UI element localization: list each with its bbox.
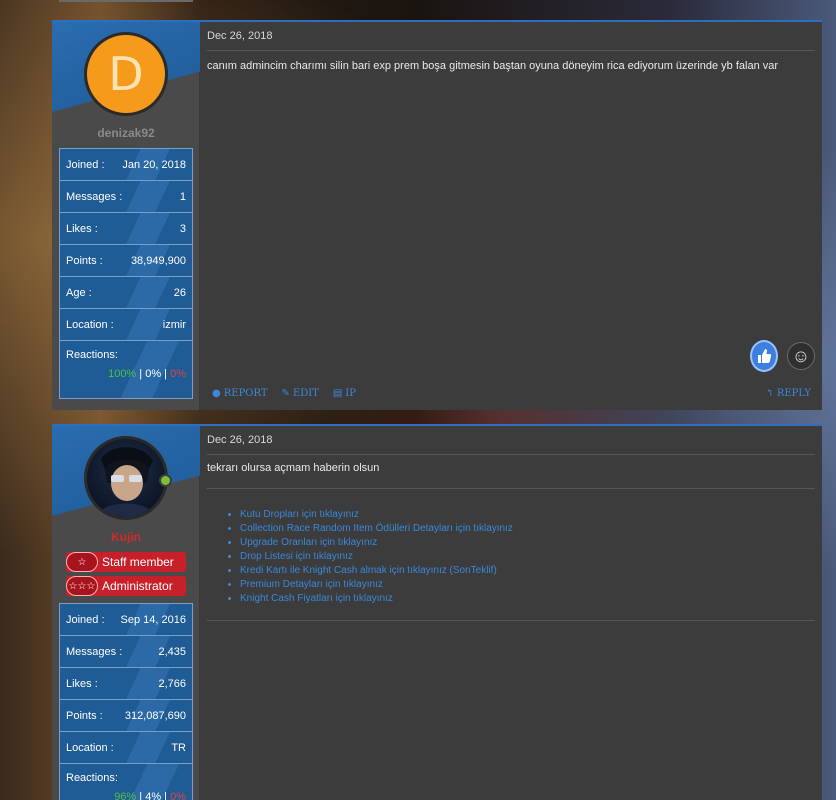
signature-link[interactable]: Upgrade Oranları için tıklayınız [240, 536, 513, 550]
signature-link[interactable]: Collection Race Random Item Ödülleri Det… [240, 522, 513, 536]
stat-value: 26 [173, 286, 186, 299]
ip-label: IP [345, 388, 356, 399]
stat-value: Sep 14, 2016 [120, 613, 186, 626]
avatar[interactable]: D [84, 32, 168, 116]
stat-value: izmir [162, 318, 186, 331]
divider [207, 620, 815, 621]
stat-reactions: Reactions: 100% | 0% | 0% [60, 341, 192, 398]
stat-row: Messages : 2,435 [60, 636, 192, 668]
reactions-values: 96% | 4% | 0% [66, 791, 186, 800]
report-label: REPORT [223, 388, 268, 399]
stat-value: 2,766 [158, 677, 186, 690]
avatar-image [97, 447, 155, 517]
report-icon: ● [212, 388, 221, 399]
stat-label: Age : [66, 286, 92, 299]
user-info-column: D denizak92 Joined : Jan 20, 2018 Message… [52, 22, 200, 410]
thumbs-up-icon[interactable] [750, 340, 778, 372]
reactions-neutral: 4% [145, 791, 162, 800]
post-date[interactable]: Dec 26, 2018 [207, 30, 272, 42]
reactions-negative: 0% [170, 368, 186, 380]
stat-label: Messages : [66, 190, 123, 203]
reply-button[interactable]: ↰ REPLY [765, 388, 811, 399]
stat-label: Joined : [66, 158, 105, 171]
reactions-positive: 96% [114, 791, 137, 800]
stat-value: 1 [179, 190, 186, 203]
reactions-negative: 0% [170, 791, 186, 800]
stat-label: Points : [66, 709, 103, 722]
edit-label: EDIT [292, 388, 319, 399]
stat-row: Joined : Sep 14, 2016 [60, 604, 192, 636]
stat-label: Location : [66, 318, 114, 331]
stat-value: TR [171, 741, 186, 754]
signature-link[interactable]: Kutu Dropları için tıklayınız [240, 508, 513, 522]
post: Kujin ☆ Staff member ☆☆☆ Administrator Joi… [52, 424, 822, 800]
reactions-label: Reactions: [66, 349, 118, 361]
online-status-icon [159, 474, 172, 487]
stat-row: Age : 26 [60, 277, 192, 309]
stat-label: Messages : [66, 645, 123, 658]
post-content: Dec 26, 2018 tekrarı olursa açmam haberi… [200, 426, 822, 800]
reactions-positive: 100% [108, 368, 137, 380]
administrator-badge: ☆☆☆ Administrator [66, 576, 186, 596]
reactions-neutral: 0% [145, 368, 162, 380]
stat-value: Jan 20, 2018 [122, 158, 186, 171]
ip-button[interactable]: ▤ IP [333, 388, 356, 399]
stat-row: Location : TR [60, 732, 192, 764]
user-info-column: Kujin ☆ Staff member ☆☆☆ Administrator Joi… [52, 426, 200, 800]
previous-post-cell [59, 0, 193, 2]
smiley-icon[interactable]: ☺ [787, 342, 815, 370]
badge-label: Administrator [102, 579, 173, 593]
signature-link[interactable]: Kredi Kartı ile Knight Cash almak için t… [240, 564, 513, 578]
stat-row: Likes : 2,766 [60, 668, 192, 700]
post-content: Dec 26, 2018 canım admincim charımı sili… [200, 22, 822, 410]
stat-label: Likes : [66, 222, 98, 235]
signature-link[interactable]: Knight Cash Fiyatları için tıklayınız [240, 592, 513, 606]
username[interactable]: Kujin [52, 530, 200, 544]
reactions-values: 100% | 0% | 0% [108, 368, 186, 380]
avatar[interactable] [84, 436, 168, 520]
stat-row: Messages : 1 [60, 181, 192, 213]
stat-reactions: Reactions: 96% | 4% | 0% [60, 764, 192, 800]
signature-links: Kutu Dropları için tıklayınız Collection… [240, 508, 513, 606]
username[interactable]: denizak92 [52, 126, 200, 140]
stat-row: Points : 312,087,690 [60, 700, 192, 732]
edit-icon: ✎ [281, 388, 290, 399]
signature-link[interactable]: Premium Detayları için tıklayınız [240, 578, 513, 592]
user-stats: Joined : Jan 20, 2018 Messages : 1 Likes :… [59, 148, 193, 399]
user-stats: Joined : Sep 14, 2016 Messages : 2,435 Lik… [59, 603, 193, 800]
post-message: canım admincim charımı silin bari exp pr… [207, 60, 779, 72]
stat-row: Joined : Jan 20, 2018 [60, 149, 192, 181]
post-date[interactable]: Dec 26, 2018 [207, 434, 272, 446]
stat-label: Joined : [66, 613, 105, 626]
stat-value: 38,949,900 [130, 254, 186, 267]
edit-button[interactable]: ✎ EDIT [282, 388, 319, 399]
reply-icon: ↰ [765, 388, 774, 399]
divider [207, 50, 815, 51]
star-icon: ☆ [66, 552, 98, 572]
stat-label: Points : [66, 254, 103, 267]
report-button[interactable]: ● REPORT [212, 388, 268, 399]
star-icon: ☆☆☆ [66, 576, 98, 596]
stat-row: Location : izmir [60, 309, 192, 341]
divider [207, 454, 815, 455]
stat-label: Location : [66, 741, 114, 754]
post-actions: ● REPORT ✎ EDIT ▤ IP [212, 388, 356, 399]
stat-value: 3 [179, 222, 186, 235]
stat-row: Points : 38,949,900 [60, 245, 192, 277]
staff-member-badge: ☆ Staff member [66, 552, 186, 572]
reactions-label: Reactions: [66, 772, 118, 784]
signature-divider [207, 488, 815, 489]
previous-post-remnant [52, 0, 822, 20]
stat-value: 2,435 [158, 645, 186, 658]
reply-label: REPLY [776, 388, 811, 399]
post: D denizak92 Joined : Jan 20, 2018 Message… [52, 20, 822, 410]
badge-label: Staff member [102, 555, 174, 569]
signature-link[interactable]: Drop Listesi için tıklayınız [240, 550, 513, 564]
stat-label: Likes : [66, 677, 98, 690]
avatar-letter: D [108, 47, 144, 101]
ip-icon: ▤ [332, 388, 343, 399]
post-message: tekrarı olursa açmam haberin olsun [207, 462, 380, 474]
stat-row: Likes : 3 [60, 213, 192, 245]
stat-value: 312,087,690 [124, 709, 186, 722]
